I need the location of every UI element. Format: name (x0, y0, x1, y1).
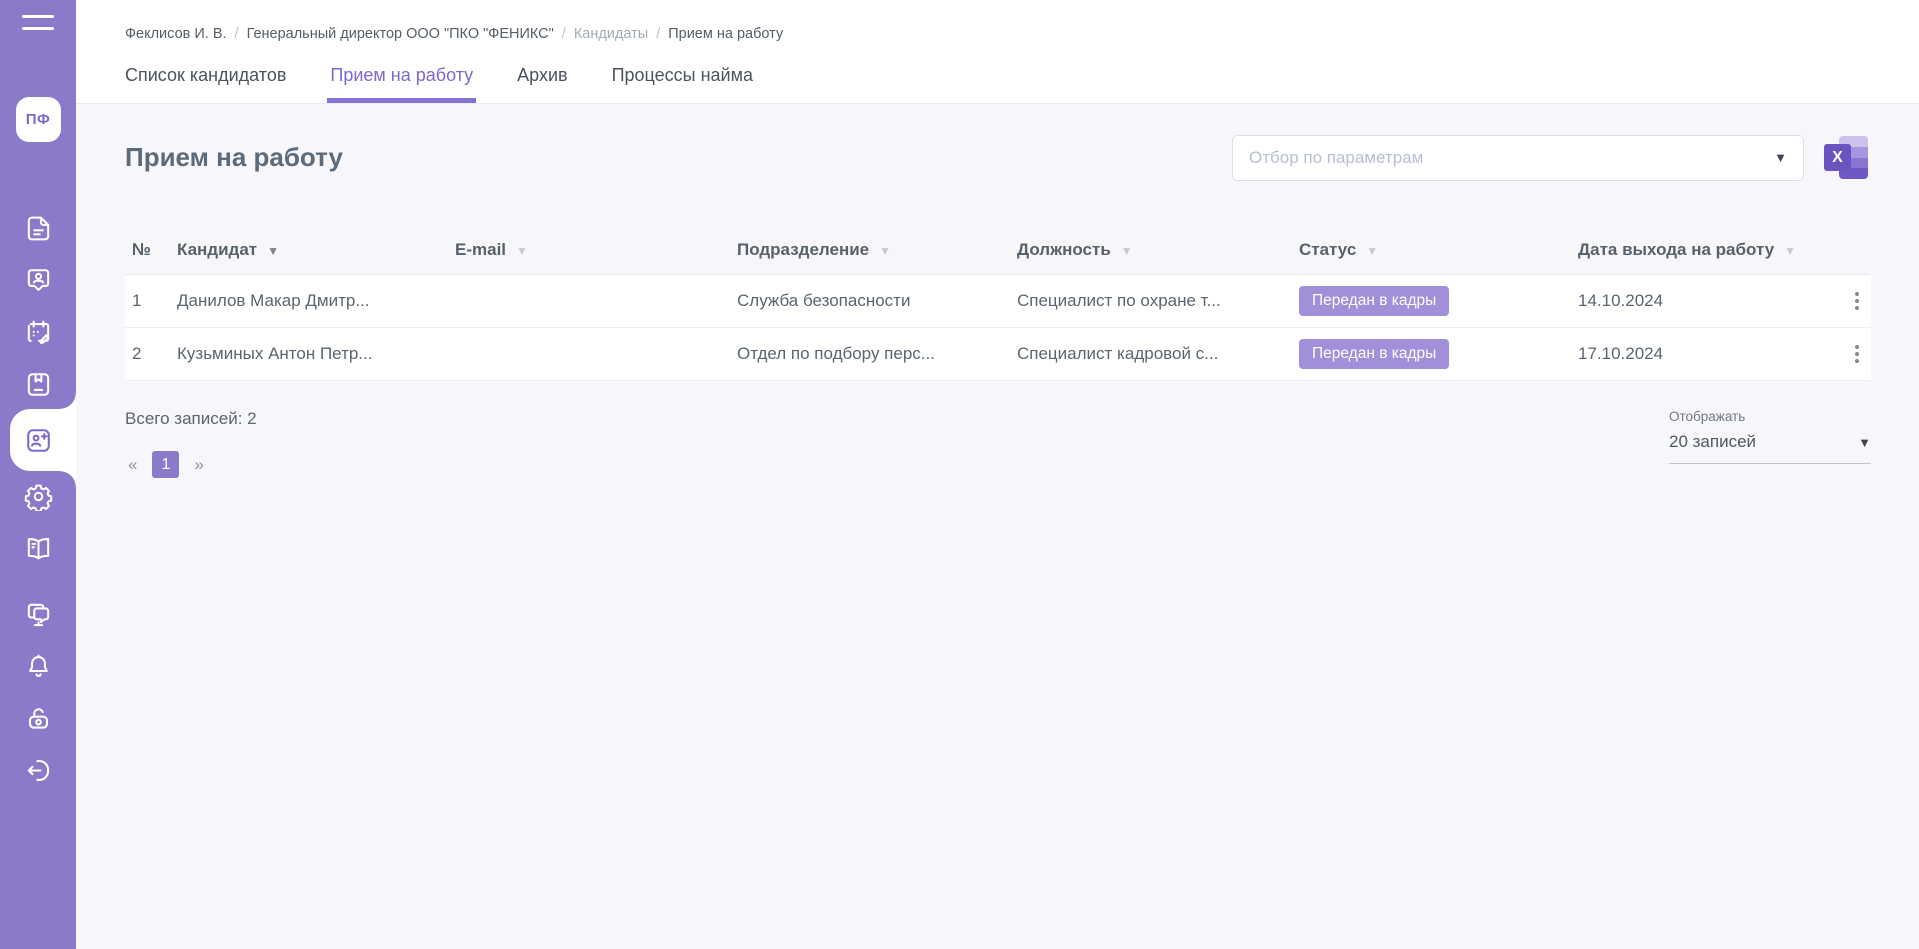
status-badge: Передан в кадры (1299, 339, 1449, 369)
breadcrumb-role[interactable]: Генеральный директор ООО "ПКО "ФЕНИКС" (247, 26, 554, 42)
status-badge: Передан в кадры (1299, 286, 1449, 316)
hiring-table: № Кандидат▼ E-mail▼ Подразделение▼ Должн… (125, 225, 1871, 381)
sidebar-item-calendar[interactable] (0, 306, 76, 358)
sort-icon: ▼ (1366, 244, 1378, 258)
row-actions-menu-icon[interactable] (1842, 339, 1871, 369)
sort-icon: ▼ (1121, 244, 1133, 258)
page-size-dropdown[interactable]: 20 записей ▼ (1669, 432, 1871, 464)
cell-department: Отдел по подбору перс... (730, 344, 1010, 364)
chat-support-icon (24, 600, 53, 629)
pagination: « 1 » (125, 451, 257, 478)
breadcrumb-user[interactable]: Феклисов И. В. (125, 26, 227, 42)
breadcrumb-separator: / (562, 26, 566, 42)
pagination-page-1[interactable]: 1 (152, 451, 179, 478)
column-header-start-date[interactable]: Дата выхода на работу▼ (1571, 240, 1835, 260)
table-footer: Всего записей: 2 « 1 » Отображать 20 зап… (125, 409, 1871, 478)
sort-icon: ▼ (267, 244, 279, 258)
top-bar: Феклисов И. В. / Генеральный директор ОО… (76, 0, 1919, 104)
tab-archive[interactable]: Архив (517, 65, 567, 103)
cell-position: Специалист кадровой с... (1010, 344, 1292, 364)
footer-left: Всего записей: 2 « 1 » (125, 409, 257, 478)
table-header-row: № Кандидат▼ E-mail▼ Подразделение▼ Должн… (125, 225, 1871, 275)
tab-bar: Список кандидатов Прием на работу Архив … (125, 65, 1871, 103)
page-header: Прием на работу ▼ X (125, 134, 1871, 181)
column-header-candidate[interactable]: Кандидат▼ (170, 240, 448, 260)
page-title: Прием на работу (125, 142, 343, 173)
column-header-num: № (125, 240, 170, 260)
pagination-prev-button[interactable]: « (125, 455, 140, 475)
cell-status: Передан в кадры (1292, 286, 1571, 316)
menu-icon[interactable] (22, 15, 54, 39)
cell-start-date: 17.10.2024 (1571, 344, 1835, 364)
sort-icon: ▼ (1784, 244, 1796, 258)
row-actions-menu-icon[interactable] (1842, 286, 1871, 316)
page-size-select: Отображать 20 записей ▼ (1669, 409, 1871, 464)
sidebar-item-support[interactable] (0, 588, 76, 640)
cell-position: Специалист по охране т... (1010, 291, 1292, 311)
cell-num: 2 (125, 344, 170, 364)
column-header-department[interactable]: Подразделение▼ (730, 240, 1010, 260)
page-size-label: Отображать (1669, 409, 1871, 424)
sidebar-item-hiring[interactable] (0, 410, 76, 470)
sidebar-item-handbook[interactable] (0, 522, 76, 574)
tab-hiring-processes[interactable]: Процессы найма (612, 65, 753, 103)
page-size-value: 20 записей (1669, 432, 1756, 452)
tab-candidate-list[interactable]: Список кандидатов (125, 65, 286, 103)
total-records-label: Всего записей: 2 (125, 409, 257, 429)
sort-icon: ▼ (879, 244, 891, 258)
page-content: Прием на работу ▼ X № (76, 104, 1919, 949)
breadcrumb: Феклисов И. В. / Генеральный директор ОО… (125, 26, 1871, 42)
sidebar: ПФ (0, 0, 76, 949)
sidebar-item-settings[interactable] (0, 470, 76, 522)
contact-badge-icon (24, 266, 53, 295)
table-row[interactable]: 1 Данилов Макар Дмитр... Служба безопасн… (125, 275, 1871, 328)
cell-num: 1 (125, 291, 170, 311)
archive-icon (24, 370, 53, 399)
dropdown-arrow-icon: ▼ (1774, 150, 1787, 165)
table-row[interactable]: 2 Кузьминых Антон Петр... Отдел по подбо… (125, 328, 1871, 381)
sidebar-item-contacts[interactable] (0, 254, 76, 306)
sidebar-item-documents[interactable] (0, 202, 76, 254)
lock-open-icon (24, 704, 53, 733)
breadcrumb-separator: / (235, 26, 239, 42)
app-window: ПФ (0, 0, 1919, 949)
column-header-email[interactable]: E-mail▼ (448, 240, 730, 260)
excel-x-icon: X (1824, 144, 1851, 171)
breadcrumb-candidates[interactable]: Кандидаты (574, 26, 648, 42)
document-icon (24, 214, 53, 243)
user-add-icon (24, 426, 53, 455)
header-actions: ▼ X (1232, 134, 1871, 181)
dropdown-arrow-icon: ▼ (1858, 435, 1871, 450)
cell-status: Передан в кадры (1292, 339, 1571, 369)
cell-department: Служба безопасности (730, 291, 1010, 311)
cell-start-date: 14.10.2024 (1571, 291, 1835, 311)
sidebar-nav (0, 202, 76, 796)
sidebar-item-logout[interactable] (0, 744, 76, 796)
pagination-next-button[interactable]: » (191, 455, 206, 475)
main-area: Феклисов И. В. / Генеральный директор ОО… (76, 0, 1919, 949)
app-logo: ПФ (16, 97, 61, 142)
book-icon (24, 534, 53, 563)
sort-icon: ▼ (516, 244, 528, 258)
cell-candidate: Данилов Макар Дмитр... (170, 291, 448, 311)
filter-params-select[interactable]: ▼ (1232, 135, 1804, 181)
sidebar-item-lock[interactable] (0, 692, 76, 744)
column-header-status[interactable]: Статус▼ (1292, 240, 1571, 260)
column-header-position[interactable]: Должность▼ (1010, 240, 1292, 260)
cell-candidate: Кузьминых Антон Петр... (170, 344, 448, 364)
sidebar-item-notifications[interactable] (0, 640, 76, 692)
gear-icon (24, 482, 53, 511)
filter-params-input[interactable] (1249, 148, 1759, 168)
breadcrumb-current: Прием на работу (668, 26, 783, 42)
export-excel-button[interactable]: X (1824, 134, 1871, 181)
bell-icon (24, 652, 53, 681)
breadcrumb-separator: / (656, 26, 660, 42)
tab-hiring[interactable]: Прием на работу (330, 65, 473, 103)
calendar-edit-icon (24, 318, 53, 347)
logout-icon (24, 756, 53, 785)
